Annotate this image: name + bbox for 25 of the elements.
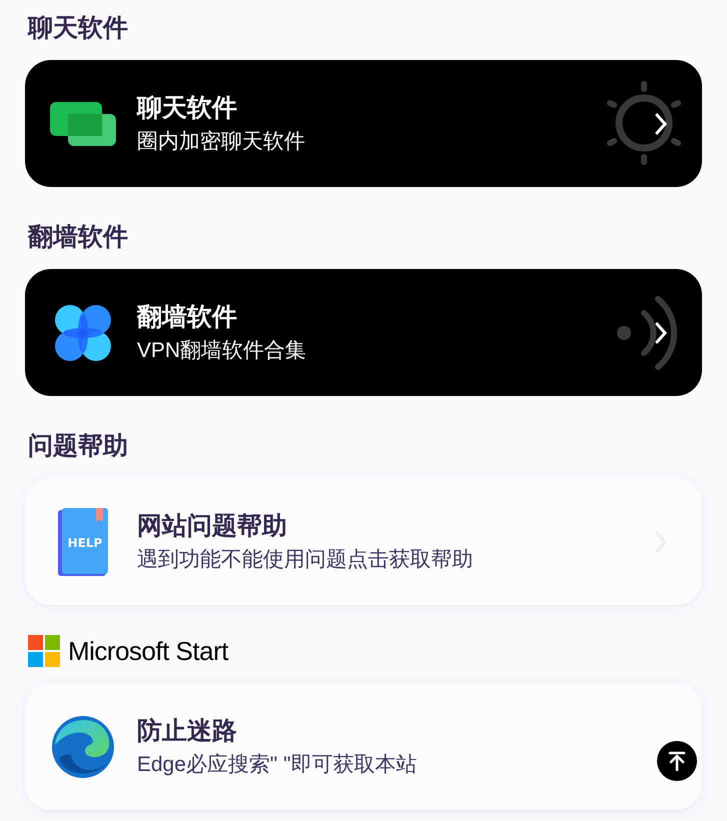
card-subtitle: VPN翻墙软件合集 bbox=[137, 338, 306, 364]
clover-icon bbox=[53, 302, 113, 362]
section-heading: 问题帮助 bbox=[27, 431, 129, 462]
chevron-right-icon bbox=[654, 321, 668, 345]
card-title: 翻墙软件 bbox=[137, 302, 238, 332]
browser-logo-icon bbox=[51, 714, 115, 778]
sun-icon bbox=[606, 81, 682, 165]
card-title: 网站问题帮助 bbox=[137, 510, 288, 542]
card-subtitle: 圈内加密聊天软件 bbox=[137, 128, 305, 154]
section-heading: 翻墙软件 bbox=[26, 222, 129, 253]
chat-bubbles-icon bbox=[50, 100, 116, 148]
link-card[interactable]: 防止迷路 Edge必应搜索" "即可获取本站 bbox=[25, 683, 702, 810]
arrow-to-top-icon bbox=[668, 751, 686, 771]
signal-waves-icon bbox=[616, 295, 678, 371]
four-squares-logo-icon bbox=[28, 635, 60, 667]
card-subtitle: 遇到功能不能使用问题点击获取帮助 bbox=[137, 546, 473, 572]
link-card[interactable]: HELP 网站问题帮助 遇到功能不能使用问题点击获取帮助 bbox=[25, 478, 702, 605]
brand-name: Microsoft Start bbox=[68, 635, 228, 668]
card-subtitle: Edge必应搜索" "即可获取本站 bbox=[137, 752, 417, 778]
card-title: 聊天软件 bbox=[137, 92, 238, 124]
chevron-right-icon bbox=[654, 112, 668, 136]
link-card[interactable]: 聊天软件 圈内加密聊天软件 bbox=[25, 60, 702, 187]
section-heading: 聊天软件 bbox=[26, 13, 129, 44]
link-card[interactable]: 翻墙软件 VPN翻墙软件合集 bbox=[25, 269, 702, 396]
card-title: 防止迷路 bbox=[137, 716, 238, 746]
